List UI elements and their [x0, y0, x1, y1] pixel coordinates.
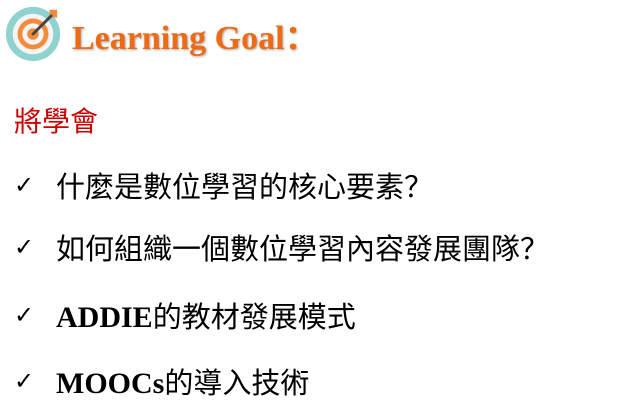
goal-text: ADDIE的教材發展模式: [56, 294, 356, 336]
title-suffix: ：: [284, 19, 319, 57]
header: Learning Goal：: [4, 4, 319, 64]
goal-item: ✓ 如何組織一個數位學習內容發展團隊？: [14, 226, 549, 268]
title-text: Learning Goal: [72, 19, 285, 57]
goal-item: ✓ 什麼是數位學習的核心要素？: [14, 164, 433, 206]
check-icon: ✓: [14, 367, 35, 395]
goal-item: ✓ ADDIE的教材發展模式: [14, 294, 356, 336]
page-title: Learning Goal：: [72, 10, 319, 59]
goal-label: 什麼是數位學習的核心要素？: [56, 170, 434, 204]
goal-text: 什麼是數位學習的核心要素？: [56, 164, 433, 206]
goal-label: 的導入技術: [164, 366, 310, 400]
goal-item: ✓ MOOCs的導入技術: [14, 360, 309, 402]
goal-latin-text: ADDIE: [56, 301, 153, 334]
check-icon: ✓: [14, 171, 35, 199]
check-icon: ✓: [14, 301, 35, 329]
goal-text: MOOCs的導入技術: [56, 360, 309, 402]
goal-latin-text: MOOCs: [56, 367, 165, 400]
section-subtitle: 將學會: [14, 105, 99, 138]
goal-label: 如何組織一個數位學習內容發展團隊？: [56, 232, 550, 266]
target-icon: [5, 6, 61, 62]
goal-text: 如何組織一個數位學習內容發展團隊？: [56, 226, 549, 268]
goal-label: 的教材發展模式: [152, 300, 356, 334]
check-icon: ✓: [14, 233, 35, 261]
